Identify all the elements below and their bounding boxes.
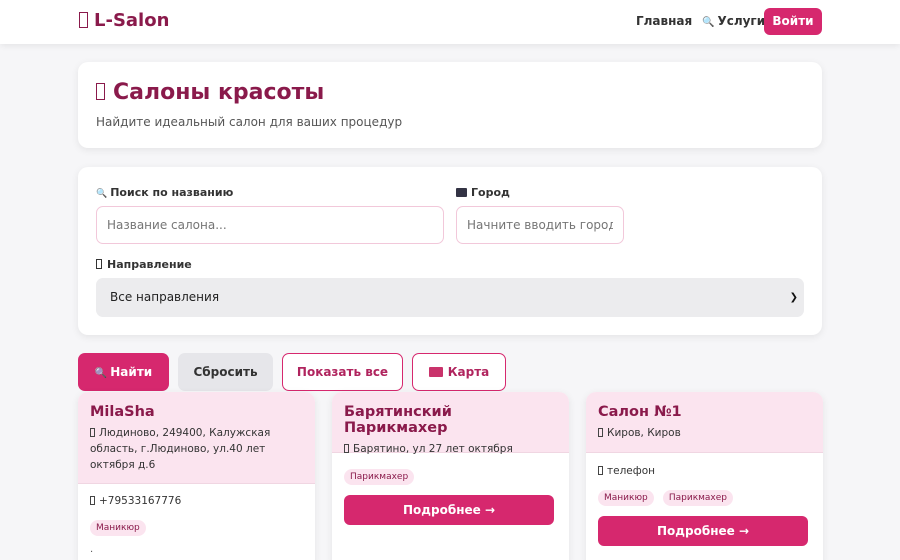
salon-name: Барятинский Парикмахер <box>344 404 452 436</box>
service-tag: Парикмахер <box>662 490 734 506</box>
salon-card-body: Парикмахер Подробнее → <box>332 464 569 525</box>
salon-card-body: +79533167776 Маникюр . <box>78 495 315 555</box>
city-filter-label-text: Город <box>471 186 510 199</box>
direction-select-value: Все направления <box>110 290 220 304</box>
brand-logo[interactable]: L-Salon <box>79 10 169 31</box>
salon-name: Салон №1 <box>598 404 682 420</box>
search-icon: 🔍 <box>702 17 715 28</box>
page-subtitle: Найдите идеальный салон для ваших процед… <box>96 115 403 129</box>
salon-phone: +79533167776 <box>90 495 303 507</box>
salon-address-text: Барятино, ул 27 лет октября <box>353 443 513 455</box>
filters-card: 🔍Поиск по названию Город Направление Все… <box>78 167 822 335</box>
login-button[interactable]: Войти <box>764 8 822 35</box>
direction-filter-label: Направление <box>96 258 192 271</box>
page-header-card: Салоны красоты Найдите идеальный салон д… <box>78 62 822 148</box>
salon-extra-text: . <box>90 544 94 555</box>
details-button[interactable]: Подробнее → <box>344 495 554 525</box>
phone-icon <box>90 496 95 505</box>
direction-filter-label-text: Направление <box>107 258 192 271</box>
salon-phone-text: телефон <box>607 465 656 477</box>
nav-home-link[interactable]: Главная <box>636 14 692 28</box>
city-input[interactable] <box>456 206 624 244</box>
salon-phone-text: +79533167776 <box>99 495 182 507</box>
page-title-text: Салоны красоты <box>113 80 325 105</box>
nav-services-link[interactable]: 🔍 Услуги <box>702 14 765 28</box>
brand-icon <box>79 12 88 28</box>
salon-address: Киров, Киров <box>598 425 811 441</box>
direction-select[interactable]: Все направления ❯ <box>96 278 804 317</box>
name-filter-label-text: Поиск по названию <box>110 186 234 199</box>
title-icon <box>96 83 105 100</box>
salon-card-body: телефон Маникюр Парикмахер Подробнее → <box>586 465 823 546</box>
chevron-down-icon: ❯ <box>789 292 798 303</box>
map-button[interactable]: Карта <box>412 353 506 391</box>
search-icon: 🔍 <box>96 189 108 199</box>
salon-address-text: Киров, Киров <box>607 427 681 439</box>
direction-icon <box>96 259 102 269</box>
service-tag: Маникюр <box>90 520 146 536</box>
salon-address: Барятино, ул 27 лет октября <box>344 441 557 457</box>
location-icon <box>598 428 603 437</box>
salon-card[interactable]: Салон №1 Киров, Киров телефон Маникюр Па… <box>586 392 823 560</box>
location-icon <box>90 428 95 437</box>
map-button-label: Карта <box>447 365 490 379</box>
details-button[interactable]: Подробнее → <box>598 516 808 546</box>
salon-tags: Маникюр Парикмахер <box>598 485 811 506</box>
salon-tags: Маникюр <box>90 515 303 536</box>
map-icon <box>428 367 443 377</box>
nav-services-label: Услуги <box>717 14 766 28</box>
page-title: Салоны красоты <box>96 80 324 105</box>
search-icon: 🔍 <box>94 368 108 379</box>
salon-card-header: MilaSha Людиново, 249400, Калужская обла… <box>78 392 315 484</box>
find-button[interactable]: 🔍 Найти <box>78 353 169 391</box>
salon-name-input[interactable] <box>96 206 444 244</box>
salon-card-header: Салон №1 Киров, Киров <box>586 392 823 453</box>
find-button-label: Найти <box>110 365 153 379</box>
phone-icon <box>598 466 603 475</box>
city-filter-label: Город <box>456 186 510 199</box>
navbar: L-Salon Главная 🔍 Услуги Войти <box>0 0 900 44</box>
reset-button[interactable]: Сбросить <box>178 353 273 391</box>
building-icon <box>456 188 467 197</box>
salon-address-text: Людиново, 249400, Калужская область, г.Л… <box>90 427 271 471</box>
show-all-button[interactable]: Показать все <box>282 353 403 391</box>
salon-card[interactable]: MilaSha Людиново, 249400, Калужская обла… <box>78 392 315 560</box>
salon-card-header: Барятинский Парикмахер Барятино, ул 27 л… <box>332 392 569 455</box>
salon-name: MilaSha <box>90 404 155 420</box>
location-icon <box>344 444 349 453</box>
salon-address: Людиново, 249400, Калужская область, г.Л… <box>90 425 303 473</box>
salon-card[interactable]: Барятинский Парикмахер Барятино, ул 27 л… <box>332 392 569 560</box>
brand-name: L-Salon <box>94 10 170 31</box>
salon-tags: Парикмахер <box>344 464 557 485</box>
name-filter-label: 🔍 Поиск по названию <box>96 186 233 199</box>
salon-phone: телефон <box>598 465 811 477</box>
service-tag: Парикмахер <box>344 469 415 485</box>
service-tag: Маникюр <box>598 490 654 506</box>
